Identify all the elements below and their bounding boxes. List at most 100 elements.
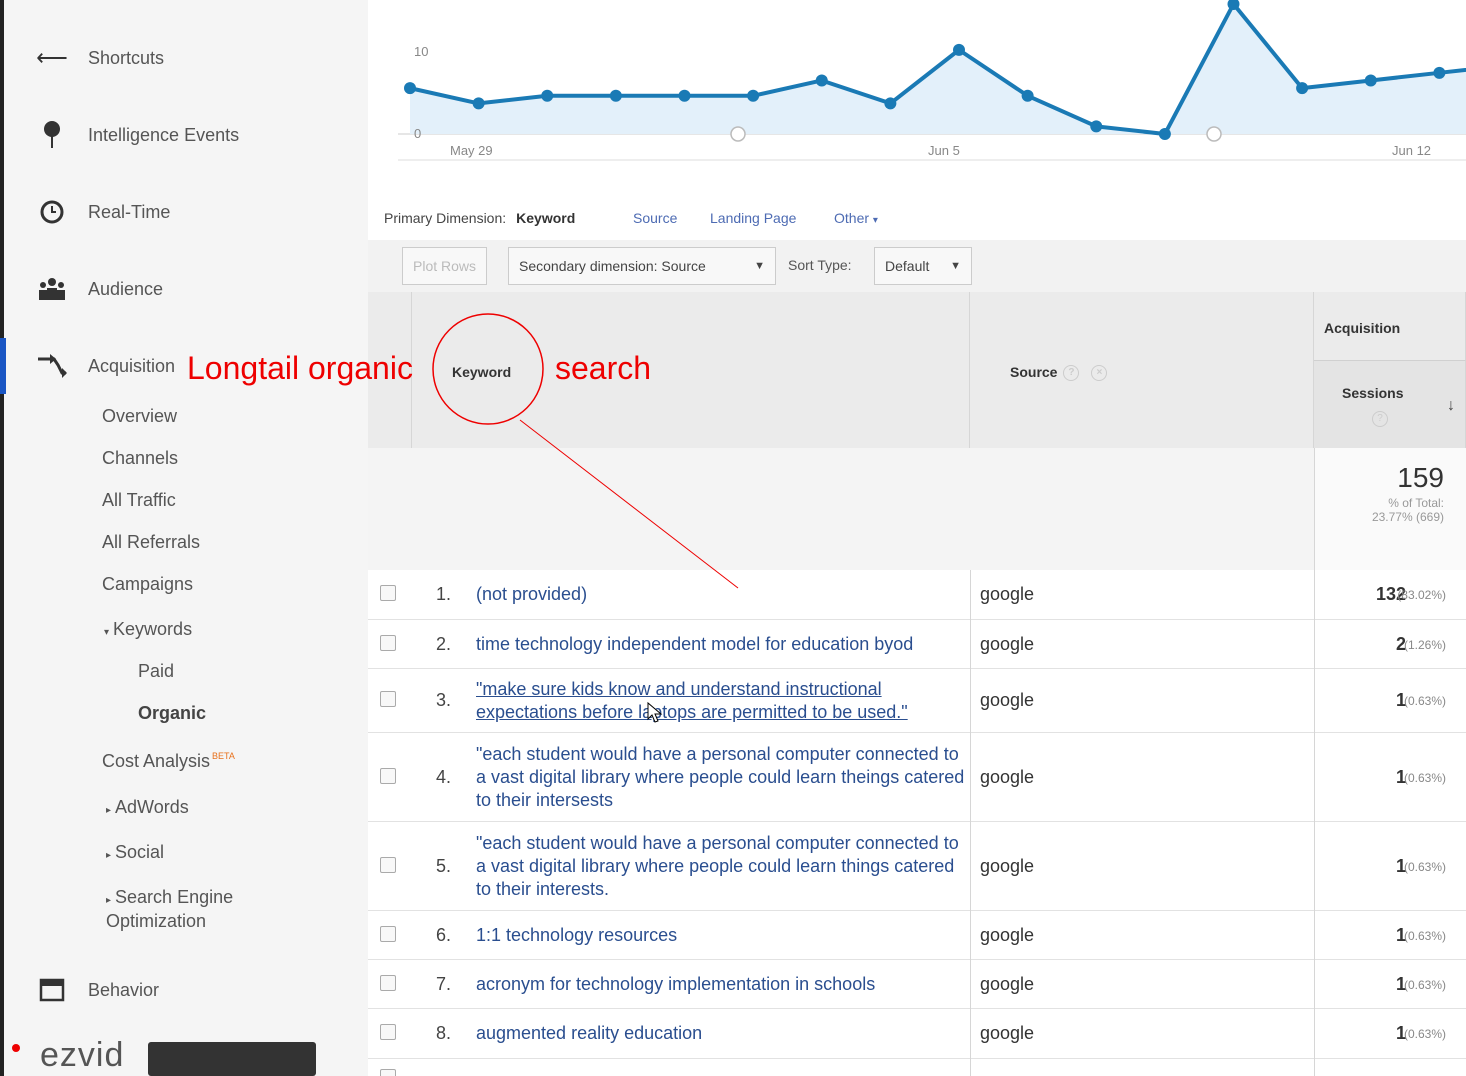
header-keyword-cell[interactable]: Keyword <box>412 292 970 448</box>
dimension-source-link[interactable]: Source <box>633 210 677 226</box>
row-number: 4. <box>436 766 452 787</box>
row-checkbox[interactable] <box>380 974 396 991</box>
sessions-percent: (0.63%) <box>1403 928 1446 943</box>
annotation-marker <box>1206 126 1222 142</box>
data-point <box>1021 89 1034 102</box>
table-row: 3. "make sure kids know and understand in… <box>368 669 1466 733</box>
data-point <box>1158 128 1171 140</box>
sidebar-item-channels[interactable]: Channels <box>102 448 178 469</box>
primary-dimension-label: Primary Dimension: Keyword <box>384 210 575 226</box>
sessions-percent: (0.63%) <box>1403 694 1446 708</box>
data-point <box>472 97 485 110</box>
help-icon[interactable]: ? <box>1372 411 1388 427</box>
totals-sessions-cell: 159 % of Total: 23.77% (669) <box>1314 448 1466 570</box>
triangle-down-icon: ▾ <box>104 627 110 638</box>
primary-dimension-text: Primary Dimension: <box>384 210 507 226</box>
secondary-dimension-select[interactable]: Secondary dimension: Source ▼ <box>508 247 776 285</box>
row-number: 8. <box>436 1023 452 1043</box>
sidebar-item-label: Social <box>115 842 165 862</box>
source-value: google <box>980 690 1035 710</box>
row-checkbox[interactable] <box>380 634 396 651</box>
keyword-link[interactable]: augmented reality education <box>476 1022 966 1045</box>
row-checkbox[interactable] <box>380 691 396 707</box>
dimension-landing-page-link[interactable]: Landing Page <box>710 210 796 226</box>
sidebar-item-seo[interactable]: ▸ Search Engine Optimization <box>106 887 276 931</box>
table-row <box>368 1059 1466 1076</box>
data-point <box>1090 120 1103 133</box>
source-value: google <box>980 584 1035 604</box>
help-icon[interactable]: ? <box>1063 365 1080 382</box>
sidebar-item-paid[interactable]: Paid <box>138 661 174 682</box>
sidebar-item-overview[interactable]: Overview <box>102 406 177 427</box>
header-sessions-label: Sessions <box>1342 385 1404 401</box>
data-point <box>747 89 760 102</box>
column-divider <box>1314 570 1315 1076</box>
keyword-link[interactable]: 1:1 technology resources <box>476 924 966 947</box>
row-checkbox[interactable] <box>380 767 396 784</box>
table-row: 8. augmented reality education google 1 (0.6… <box>368 1009 1466 1059</box>
sidebar-item-label: Behavior <box>88 979 160 1000</box>
sidebar-item-shortcuts[interactable]: ⟵ Shortcuts <box>4 38 368 78</box>
header-sessions-cell[interactable]: Sessions ↓ ? <box>1314 360 1466 448</box>
sidebar-item-all-referrals[interactable]: All Referrals <box>102 532 200 553</box>
triangle-right-icon: ▸ <box>106 850 112 861</box>
sidebar-item-cost-analysis[interactable]: Cost Analysis BETA <box>102 751 235 772</box>
primary-dimension-bar: Primary Dimension: Keyword Source Landing… <box>368 180 1466 240</box>
data-point <box>609 89 622 102</box>
totals-row-blank <box>368 448 1314 570</box>
sessions-percent: (0.63%) <box>1403 977 1446 992</box>
sidebar-item-label: Shortcuts <box>88 47 165 68</box>
sidebar-item-social[interactable]: ▸ Social <box>106 842 164 863</box>
row-number: 7. <box>436 973 452 994</box>
row-checkbox[interactable] <box>380 1024 396 1040</box>
sidebar-item-label: Real-Time <box>88 201 171 222</box>
row-number: 2. <box>436 633 452 654</box>
sidebar-item-organic[interactable]: Organic <box>138 703 206 724</box>
sidebar-item-adwords[interactable]: ▸ AdWords <box>106 797 189 818</box>
header-source-cell[interactable]: Source? × <box>970 292 1314 448</box>
plot-rows-button[interactable]: Plot Rows <box>402 247 488 285</box>
header-source-label: Source? × <box>1010 364 1108 382</box>
recorder-toolbar <box>148 1042 316 1076</box>
triangle-right-icon: ▸ <box>106 805 112 816</box>
keyword-link[interactable]: (not provided) <box>476 583 966 606</box>
sidebar-item-label: Intelligence Events <box>88 124 240 145</box>
row-checkbox[interactable] <box>380 1069 396 1076</box>
pin-icon <box>34 119 70 151</box>
source-value: google <box>980 633 1035 654</box>
sessions-percent: (0.63%) <box>1403 1027 1446 1041</box>
source-value: google <box>980 766 1035 787</box>
sidebar-item-intelligence-events[interactable]: Intelligence Events <box>4 115 368 155</box>
table-row: 1. (not provided) google 132 (83.02%) <box>368 570 1466 620</box>
sidebar-item-real-time[interactable]: Real-Time <box>4 192 368 232</box>
sidebar-item-label: Keywords <box>113 619 193 639</box>
sidebar-item-keywords[interactable]: ▾ Keywords <box>104 619 192 640</box>
row-checkbox[interactable] <box>380 585 396 601</box>
header-acquisition-label: Acquisition <box>1324 320 1401 336</box>
sidebar-item-audience[interactable]: Audience <box>4 269 368 309</box>
remove-dimension-icon[interactable]: × <box>1091 365 1108 382</box>
keyword-link[interactable]: time technology independent model for ed… <box>476 633 966 656</box>
sidebar-item-behavior[interactable]: Behavior <box>4 970 368 1010</box>
keyword-link[interactable]: "make sure kids know and understand inst… <box>476 678 966 724</box>
caret-down-icon: ▼ <box>754 260 765 272</box>
data-point <box>1433 66 1446 79</box>
keyword-link[interactable]: "each student would have a personal comp… <box>476 743 966 812</box>
sidebar-item-all-traffic[interactable]: All Traffic <box>102 490 176 511</box>
keyword-link[interactable]: acronym for technology implementation in… <box>476 973 966 996</box>
x-tick-label: May 29 <box>450 143 493 158</box>
row-checkbox[interactable] <box>380 856 396 873</box>
dimension-other-link[interactable]: Other ▾ <box>834 210 878 226</box>
sidebar-item-label: Search Engine Optimization <box>106 887 234 931</box>
keyword-link[interactable]: "each student would have a personal comp… <box>476 832 966 901</box>
table-row: 4. "each student would have a personal co… <box>368 733 1466 822</box>
sidebar-item-campaigns[interactable]: Campaigns <box>102 574 193 595</box>
ezvid-watermark: ezvid <box>10 1036 330 1076</box>
sort-type-select[interactable]: Default ▼ <box>874 247 972 285</box>
column-divider <box>970 570 971 1076</box>
row-checkbox[interactable] <box>380 925 396 942</box>
source-value: google <box>980 855 1035 876</box>
data-point <box>953 43 965 56</box>
arrow-left-icon: ⟵ <box>36 45 68 70</box>
dimension-keyword-active: Keyword <box>516 210 576 226</box>
